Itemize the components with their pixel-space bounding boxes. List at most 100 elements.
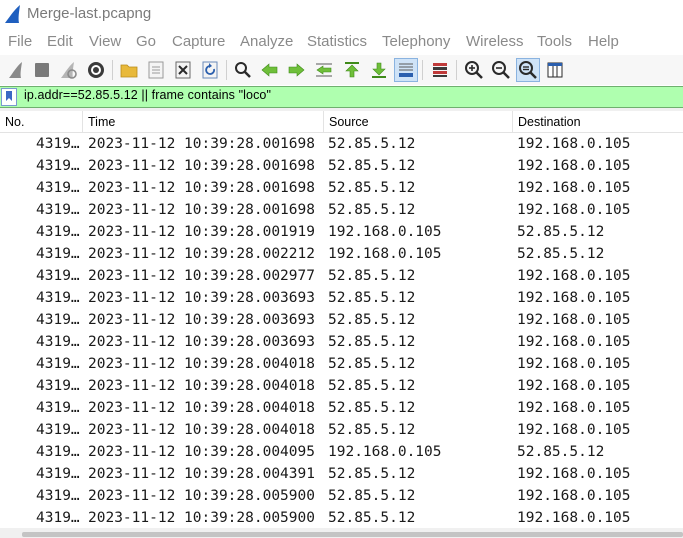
cell-source: 52.85.5.12 — [328, 312, 416, 328]
resize-columns-icon — [547, 62, 563, 78]
go-forward-icon — [288, 63, 305, 77]
find-packet-button[interactable] — [231, 58, 255, 82]
autoscroll-icon — [399, 63, 413, 77]
start-capture-button[interactable] — [4, 58, 28, 82]
cell-source: 192.168.0.105 — [328, 246, 442, 262]
close-file-button[interactable] — [171, 58, 195, 82]
cell-destination: 192.168.0.105 — [517, 158, 631, 174]
table-row[interactable]: 4319… 2023-11-12 10:39:28.003693 52.85.5… — [0, 332, 683, 354]
table-row[interactable]: 4319… 2023-11-12 10:39:28.003693 52.85.5… — [0, 288, 683, 310]
zoom-out-icon — [492, 61, 510, 79]
cell-time: 2023-11-12 10:39:28.001698 — [88, 180, 315, 196]
table-row[interactable]: 4319… 2023-11-12 10:39:28.004095 192.168… — [0, 442, 683, 464]
cell-no: 4319… — [36, 422, 80, 438]
menu-statistics[interactable]: Statistics — [307, 33, 367, 50]
cell-source: 52.85.5.12 — [328, 290, 416, 306]
menu-help[interactable]: Help — [588, 33, 619, 50]
go-back-icon — [261, 63, 278, 77]
autoscroll-button[interactable] — [394, 58, 418, 82]
table-row[interactable]: 4319… 2023-11-12 10:39:28.002212 192.168… — [0, 244, 683, 266]
table-row[interactable]: 4319… 2023-11-12 10:39:28.001919 192.168… — [0, 222, 683, 244]
cell-destination: 192.168.0.105 — [517, 268, 631, 284]
table-row[interactable]: 4319… 2023-11-12 10:39:28.001698 52.85.5… — [0, 156, 683, 178]
cell-time: 2023-11-12 10:39:28.002977 — [88, 268, 315, 284]
table-row[interactable]: 4319… 2023-11-12 10:39:28.002977 52.85.5… — [0, 266, 683, 288]
cell-destination: 192.168.0.105 — [517, 180, 631, 196]
file-set-button[interactable] — [144, 58, 168, 82]
go-back-button[interactable] — [258, 58, 282, 82]
cell-destination: 52.85.5.12 — [517, 224, 605, 240]
zoom-in-button[interactable] — [462, 58, 486, 82]
zoom-out-button[interactable] — [489, 58, 513, 82]
toolbar-separator — [226, 60, 227, 80]
restart-icon — [61, 62, 77, 79]
resize-columns-button[interactable] — [543, 58, 567, 82]
horizontal-scrollbar[interactable] — [0, 528, 683, 538]
scrollbar-thumb[interactable] — [22, 532, 683, 537]
table-row[interactable]: 4319… 2023-11-12 10:39:28.001698 52.85.5… — [0, 200, 683, 222]
go-first-icon — [345, 62, 359, 78]
restart-capture-button[interactable] — [56, 58, 80, 82]
menu-go[interactable]: Go — [136, 33, 156, 50]
table-row[interactable]: 4319… 2023-11-12 10:39:28.004391 52.85.5… — [0, 464, 683, 486]
reload-icon — [202, 61, 218, 79]
display-filter-input[interactable]: ip.addr==52.85.5.12 || frame contains "l… — [24, 88, 271, 102]
cell-destination: 192.168.0.105 — [517, 136, 631, 152]
filter-bookmark-icon[interactable] — [1, 88, 17, 106]
cell-time: 2023-11-12 10:39:28.004095 — [88, 444, 315, 460]
table-row[interactable]: 4319… 2023-11-12 10:39:28.004018 52.85.5… — [0, 354, 683, 376]
cell-source: 192.168.0.105 — [328, 444, 442, 460]
table-row[interactable]: 4319… 2023-11-12 10:39:28.001698 52.85.5… — [0, 134, 683, 156]
colorize-button[interactable] — [428, 58, 452, 82]
cell-no: 4319… — [36, 202, 80, 218]
column-header-time[interactable]: Time — [83, 111, 324, 133]
open-file-button[interactable] — [117, 58, 141, 82]
menu-tools[interactable]: Tools — [537, 33, 572, 50]
stop-capture-button[interactable] — [30, 58, 54, 82]
cell-time: 2023-11-12 10:39:28.004018 — [88, 400, 315, 416]
stop-icon — [35, 63, 49, 77]
cell-time: 2023-11-12 10:39:28.004018 — [88, 378, 315, 394]
table-row[interactable]: 4319… 2023-11-12 10:39:28.003693 52.85.5… — [0, 310, 683, 332]
menu-capture[interactable]: Capture — [172, 33, 225, 50]
zoom-normal-button[interactable] — [516, 58, 540, 82]
go-forward-button[interactable] — [284, 58, 308, 82]
go-first-packet-button[interactable] — [340, 58, 364, 82]
capture-options-button[interactable] — [84, 58, 108, 82]
table-row[interactable]: 4319… 2023-11-12 10:39:28.001698 52.85.5… — [0, 178, 683, 200]
menu-view[interactable]: View — [89, 33, 121, 50]
table-row[interactable]: 4319… 2023-11-12 10:39:28.004018 52.85.5… — [0, 376, 683, 398]
zoom-in-icon — [465, 61, 483, 79]
cell-time: 2023-11-12 10:39:28.002212 — [88, 246, 315, 262]
menu-wireless[interactable]: Wireless — [466, 33, 524, 50]
go-to-packet-button[interactable] — [312, 58, 336, 82]
cell-no: 4319… — [36, 246, 80, 262]
cell-destination: 192.168.0.105 — [517, 422, 631, 438]
cell-destination: 52.85.5.12 — [517, 444, 605, 460]
column-header-source[interactable]: Source — [324, 111, 513, 133]
column-header-no[interactable]: No. — [0, 111, 83, 133]
cell-source: 52.85.5.12 — [328, 422, 416, 438]
cell-time: 2023-11-12 10:39:28.001919 — [88, 224, 315, 240]
cell-destination: 192.168.0.105 — [517, 312, 631, 328]
shark-fin-start-icon — [9, 62, 22, 78]
table-row[interactable]: 4319… 2023-11-12 10:39:28.004018 52.85.5… — [0, 420, 683, 442]
menu-bar: File Edit View Go Capture Analyze Statis… — [0, 30, 683, 55]
cell-no: 4319… — [36, 400, 80, 416]
cell-source: 52.85.5.12 — [328, 334, 416, 350]
cell-source: 52.85.5.12 — [328, 158, 416, 174]
display-filter-bar: ip.addr==52.85.5.12 || frame contains "l… — [0, 86, 683, 108]
cell-time: 2023-11-12 10:39:28.005900 — [88, 510, 315, 526]
menu-analyze[interactable]: Analyze — [240, 33, 293, 50]
cell-no: 4319… — [36, 158, 80, 174]
menu-file[interactable]: File — [8, 33, 32, 50]
go-last-packet-button[interactable] — [367, 58, 391, 82]
reload-file-button[interactable] — [198, 58, 222, 82]
table-row[interactable]: 4319… 2023-11-12 10:39:28.005900 52.85.5… — [0, 508, 683, 528]
cell-time: 2023-11-12 10:39:28.001698 — [88, 158, 315, 174]
table-row[interactable]: 4319… 2023-11-12 10:39:28.004018 52.85.5… — [0, 398, 683, 420]
menu-telephony[interactable]: Telephony — [382, 33, 450, 50]
table-row[interactable]: 4319… 2023-11-12 10:39:28.005900 52.85.5… — [0, 486, 683, 508]
menu-edit[interactable]: Edit — [47, 33, 73, 50]
column-header-destination[interactable]: Destination — [513, 111, 683, 133]
